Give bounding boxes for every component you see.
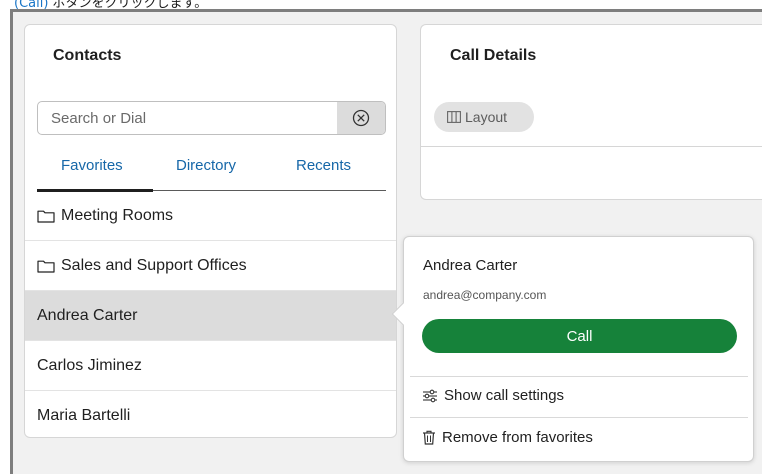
- list-item-label: Carlos Jiminez: [37, 356, 142, 374]
- contact-popover: Andrea Carter andrea@company.com Call Sh…: [391, 236, 754, 462]
- popover-contact-email: andrea@company.com: [423, 288, 547, 302]
- divider: [410, 376, 748, 377]
- tab-directory[interactable]: Directory: [176, 157, 236, 174]
- settings-sliders-icon: [422, 389, 438, 403]
- list-item-label: Andrea Carter: [37, 306, 138, 324]
- tab-favorites[interactable]: Favorites: [61, 157, 123, 174]
- call-details-title: Call Details: [450, 47, 537, 64]
- layout-button[interactable]: Layout: [434, 102, 534, 132]
- list-item-label: Sales and Support Offices: [61, 256, 247, 274]
- search-box: [37, 101, 386, 135]
- trash-icon: [422, 430, 436, 445]
- remove-from-favorites-label: Remove from favorites: [442, 429, 593, 446]
- show-call-settings-label: Show call settings: [444, 387, 565, 404]
- instruction-caption: (Call) ボタンをクリックします。: [14, 0, 207, 11]
- layout-label: Layout: [465, 109, 508, 125]
- remove-from-favorites-item[interactable]: Remove from favorites: [422, 429, 593, 446]
- search-input[interactable]: [38, 102, 338, 134]
- divider: [421, 146, 762, 147]
- tab-recents[interactable]: Recents: [296, 157, 351, 174]
- list-item-sales-support-offices[interactable]: Sales and Support Offices: [25, 241, 396, 291]
- divider: [410, 417, 748, 418]
- show-call-settings-item[interactable]: Show call settings: [422, 387, 564, 404]
- contacts-title: Contacts: [53, 47, 122, 64]
- list-item-andrea-carter[interactable]: Andrea Carter: [25, 291, 396, 341]
- clear-search-button[interactable]: [337, 102, 385, 134]
- contacts-tabs: Favorites Directory Recents: [37, 151, 386, 192]
- contacts-panel: Contacts Favorites Directory Recents Mee…: [24, 24, 397, 438]
- call-button[interactable]: Call: [422, 319, 737, 353]
- layout-icon: [447, 111, 461, 123]
- folder-icon: [37, 259, 55, 273]
- list-item-label: Maria Bartelli: [37, 407, 131, 424]
- popover-contact-name: Andrea Carter: [423, 257, 518, 274]
- clear-icon: [352, 109, 370, 127]
- contacts-list: Meeting Rooms Sales and Support Offices …: [25, 191, 396, 437]
- list-item-meeting-rooms[interactable]: Meeting Rooms: [25, 191, 396, 241]
- list-item-carlos-jiminez[interactable]: Carlos Jiminez: [25, 341, 396, 391]
- list-item-label: Meeting Rooms: [61, 206, 174, 224]
- folder-icon: [37, 209, 55, 223]
- list-item-maria-bartelli[interactable]: Maria Bartelli: [25, 391, 396, 437]
- call-details-panel: Call Details Layout: [420, 24, 762, 200]
